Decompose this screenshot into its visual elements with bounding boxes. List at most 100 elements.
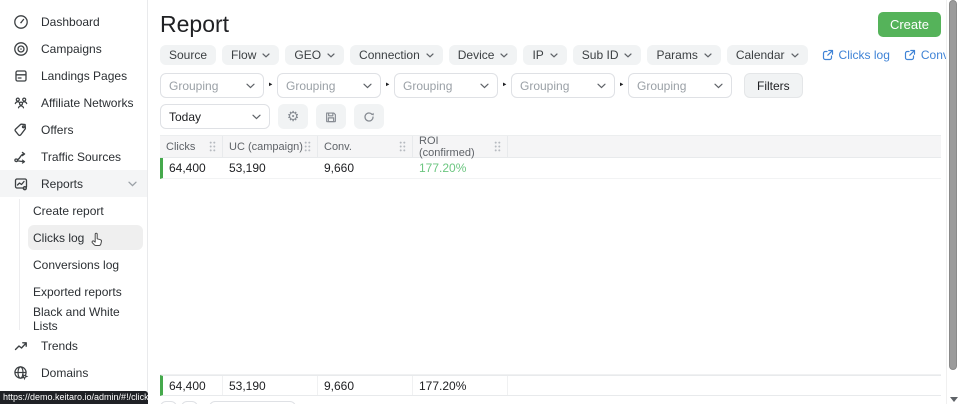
grouping-select-4[interactable]: Grouping	[511, 73, 615, 98]
grouping-placeholder: Grouping	[286, 79, 335, 93]
submenu-item-black-white-lists[interactable]: Black and White Lists	[0, 305, 147, 332]
scrollbar-down-arrow[interactable]	[950, 397, 958, 402]
filter-chip-source[interactable]: Source	[160, 45, 216, 65]
chevron-down-icon	[246, 83, 255, 89]
table-empty-area	[160, 179, 941, 375]
summary-conv: 9,660	[318, 376, 413, 395]
filter-chip-geo[interactable]: GEO	[285, 45, 344, 65]
grouping-select-1[interactable]: Grouping	[160, 73, 264, 98]
drag-handle-icon[interactable]	[494, 141, 501, 152]
link-label: Clicks log	[839, 48, 890, 62]
chevron-down-icon	[550, 53, 558, 58]
grouping-row: Grouping ‣ Grouping ‣ Grouping ‣ Groupin…	[160, 73, 946, 98]
cell-roi: 177.20%	[413, 161, 508, 175]
filter-chip-sub-id[interactable]: Sub ID	[573, 45, 642, 65]
filter-chips-row: Source Flow GEO Connection Device IP Sub…	[160, 45, 946, 65]
column-header-uc-campaign[interactable]: UC (campaign)	[223, 136, 318, 157]
target-icon	[13, 41, 29, 57]
column-header-clicks[interactable]: Clicks	[160, 136, 223, 157]
submenu-item-conversions-log[interactable]: Conversions log	[0, 251, 147, 278]
sidebar-item-label: Dashboard	[41, 15, 100, 29]
sidebar-item-label: Domains	[41, 366, 88, 380]
drag-handle-icon[interactable]	[399, 141, 406, 152]
filters-button[interactable]: Filters	[744, 73, 803, 98]
sidebar-item-label: Landings Pages	[41, 69, 127, 83]
chip-label: Device	[458, 48, 495, 62]
submenu-item-label: Conversions log	[33, 258, 119, 272]
table-header: Clicks UC (campaign) Conv. ROI (confirme…	[160, 135, 941, 158]
drag-handle-icon[interactable]	[304, 141, 311, 152]
main-content: Report Create Source Flow GEO Connection…	[149, 0, 946, 404]
sidebar-item-offers[interactable]: Offers	[0, 116, 147, 143]
grouping-separator: ‣	[264, 80, 277, 91]
submenu-item-exported-reports[interactable]: Exported reports	[0, 278, 147, 305]
chevron-down-icon	[624, 53, 632, 58]
submenu-item-create-report[interactable]: Create report	[0, 197, 147, 224]
cell-clicks: 64,400	[163, 161, 223, 175]
column-label: Clicks	[166, 141, 195, 153]
chip-label: Flow	[231, 48, 256, 62]
chevron-down-icon	[480, 83, 489, 89]
sidebar-item-label: Trends	[41, 339, 78, 353]
sidebar-nav: Dashboard Campaigns Landings Pages	[0, 0, 147, 386]
sidebar-item-label: Traffic Sources	[41, 150, 121, 164]
filter-chip-params[interactable]: Params	[647, 45, 720, 65]
date-range-select[interactable]: Today	[160, 104, 270, 129]
chevron-down-icon	[252, 114, 261, 120]
summary-filler	[508, 376, 941, 395]
sidebar-item-domains[interactable]: Domains	[0, 359, 147, 386]
chevron-down-icon	[327, 53, 335, 58]
submenu-item-clicks-log[interactable]: Clicks log	[28, 225, 143, 250]
sidebar-item-landings-pages[interactable]: Landings Pages	[0, 62, 147, 89]
filter-chip-device[interactable]: Device	[449, 45, 518, 65]
reports-submenu: Create report Clicks log Conversions log…	[0, 197, 147, 332]
drag-handle-icon[interactable]	[209, 141, 216, 152]
column-header-conv[interactable]: Conv.	[318, 136, 413, 157]
vertical-scrollbar[interactable]	[946, 0, 960, 404]
grouping-placeholder: Grouping	[169, 79, 218, 93]
trend-up-icon	[13, 338, 29, 354]
date-range-value: Today	[169, 110, 201, 124]
grouping-separator: ‣	[498, 80, 511, 91]
create-button[interactable]: Create	[878, 12, 941, 37]
sidebar-item-dashboard[interactable]: Dashboard	[0, 8, 147, 35]
submenu-item-label: Create report	[33, 204, 104, 218]
external-link-icon	[822, 49, 834, 61]
sidebar-item-trends[interactable]: Trends	[0, 332, 147, 359]
external-link-icon	[904, 49, 916, 61]
filter-chip-calendar[interactable]: Calendar	[727, 45, 808, 65]
clicks-log-link[interactable]: Clicks log	[822, 48, 890, 62]
gear-icon: ⚙	[287, 110, 300, 124]
grouping-placeholder: Grouping	[403, 79, 452, 93]
hand-cursor-icon	[91, 232, 104, 247]
chevron-down-icon	[426, 53, 434, 58]
people-icon	[13, 95, 29, 111]
chip-label: Sub ID	[582, 48, 619, 62]
filter-chip-ip[interactable]: IP	[523, 45, 566, 65]
grouping-select-5[interactable]: Grouping	[628, 73, 732, 98]
filter-chip-flow[interactable]: Flow	[222, 45, 279, 65]
sidebar-item-reports[interactable]: Reports	[0, 170, 147, 197]
sidebar-item-traffic-sources[interactable]: Traffic Sources	[0, 143, 147, 170]
settings-button[interactable]: ⚙	[278, 104, 308, 129]
scrollbar-thumb[interactable]	[949, 0, 957, 370]
grouping-select-3[interactable]: Grouping	[394, 73, 498, 98]
cell-uc-campaign: 53,190	[223, 161, 318, 175]
sidebar-item-label: Affiliate Networks	[41, 96, 133, 110]
sidebar-item-affiliate-networks[interactable]: Affiliate Networks	[0, 89, 147, 116]
save-icon	[324, 110, 338, 124]
summary-clicks: 64,400	[163, 376, 223, 395]
summary-uc-campaign: 53,190	[223, 376, 318, 395]
filter-chip-connection[interactable]: Connection	[350, 45, 443, 65]
grouping-separator: ‣	[615, 80, 628, 91]
sidebar-item-campaigns[interactable]: Campaigns	[0, 35, 147, 62]
grouping-select-2[interactable]: Grouping	[277, 73, 381, 98]
chevron-down-icon	[714, 83, 723, 89]
refresh-button[interactable]	[354, 104, 384, 129]
save-report-button[interactable]	[316, 104, 346, 129]
grouping-placeholder: Grouping	[637, 79, 686, 93]
column-header-roi-confirmed[interactable]: ROI (confirmed)	[413, 136, 508, 157]
table-row[interactable]: 64,400 53,190 9,660 177.20%	[160, 158, 941, 179]
chip-label: GEO	[294, 48, 321, 62]
sidebar-item-label: Reports	[41, 177, 83, 191]
